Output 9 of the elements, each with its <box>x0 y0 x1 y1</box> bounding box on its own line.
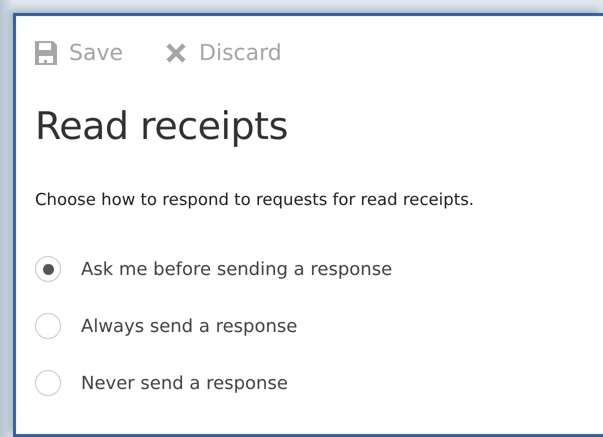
radio-button[interactable] <box>35 370 61 396</box>
option-label[interactable]: Never send a response <box>81 372 288 394</box>
radio-button[interactable] <box>35 313 61 339</box>
option-label[interactable]: Always send a response <box>81 316 298 336</box>
description-text: Choose how to respond to requests for read receipts. <box>35 190 476 209</box>
page-title: Read receipts <box>35 104 289 148</box>
close-icon <box>165 42 188 64</box>
radio-button[interactable] <box>35 256 61 282</box>
option-label[interactable]: Ask me before sending a response <box>81 258 392 280</box>
